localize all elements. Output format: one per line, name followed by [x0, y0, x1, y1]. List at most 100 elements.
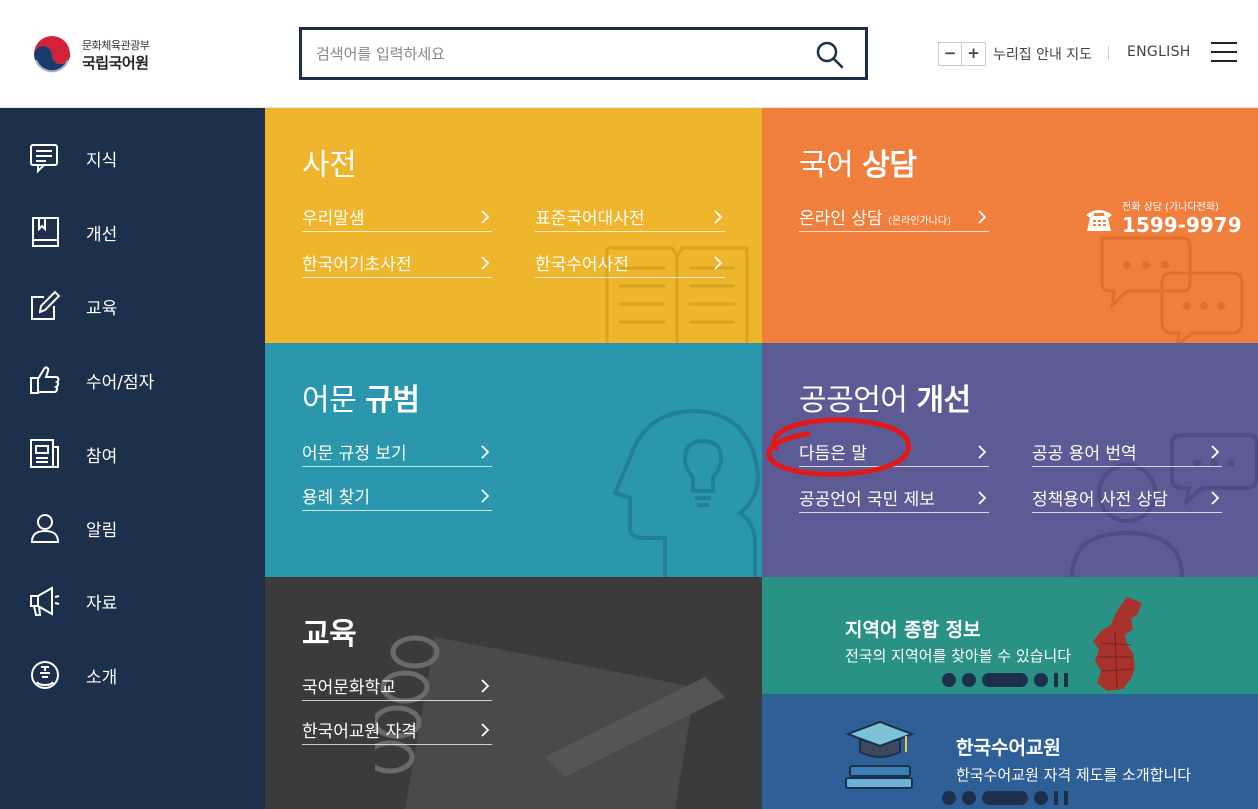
sidebar-item-label: 교육: [86, 298, 118, 319]
pause-icon[interactable]: [1054, 791, 1068, 805]
chevron-right-icon: [1211, 491, 1220, 505]
phone-number: 1599-9979: [1122, 213, 1242, 237]
sidebar-item-label: 지식: [86, 150, 118, 171]
notebook-pen-decoration-icon: [375, 635, 725, 809]
link-find-examples[interactable]: 용례 찾기: [302, 483, 492, 511]
link-public-language-report[interactable]: 공공언어 국민 제보: [799, 485, 989, 513]
regional-description: 전국의 지역어를 찾아볼 수 있습니다: [845, 647, 1072, 665]
consultation-title: 국어 상담: [799, 148, 917, 183]
sidebar-item-improvement[interactable]: 개선: [28, 212, 117, 252]
regional-title: 지역어 종합 정보: [845, 619, 981, 641]
public-language-title: 공공언어 개선: [799, 383, 971, 418]
link-view-rules[interactable]: 어문 규정 보기: [302, 439, 492, 467]
speech-bubbles-decoration-icon: [1100, 236, 1244, 343]
chevron-right-icon: [481, 445, 490, 459]
dictionary-title: 사전: [302, 148, 357, 183]
sidebar-item-knowledge[interactable]: 지식: [28, 138, 117, 178]
sidebar-item-label: 알림: [86, 520, 118, 541]
chevron-right-icon: [978, 491, 987, 505]
chat-board-icon: [30, 144, 58, 174]
zoom-controls: − +: [938, 42, 986, 66]
pager-active-bar[interactable]: [982, 791, 1028, 805]
education-title: 교육: [302, 617, 357, 652]
book-icon: [32, 217, 59, 247]
chevron-right-icon: [978, 445, 987, 459]
sidebar-item-label: 소개: [86, 667, 118, 688]
sign-teacher-description: 한국수어교원 자격 제도를 소개합니다: [956, 766, 1192, 784]
open-book-decoration-icon: [605, 246, 749, 343]
public-language-tile: 공공언어 개선 다듬은 말 공공 용어 번역 공공언어 국민 제보 정책용어 사…: [762, 343, 1258, 577]
regional-carousel-pager: [942, 673, 1068, 687]
link-standard-dictionary[interactable]: 표준국어대사전: [535, 204, 725, 232]
language-rules-title: 어문 규범: [302, 383, 420, 418]
chevron-right-icon: [1211, 445, 1220, 459]
language-rules-tile: 어문 규범 어문 규정 보기 용례 찾기: [265, 343, 762, 577]
link-basic-dictionary[interactable]: 한국어기초사전: [302, 250, 492, 278]
sidebar-item-resources[interactable]: 자료: [28, 581, 117, 621]
sign-carousel-pager: [942, 791, 1068, 805]
logo-ministry-text: 문화체육관광부: [82, 39, 150, 52]
chevron-right-icon: [481, 723, 490, 737]
chevron-right-icon: [481, 679, 490, 693]
pager-active-bar[interactable]: [982, 673, 1028, 687]
consultation-tile: 국어 상담 온라인 상담 (온라인가나다) 전화 상담 (가나다전화) 1599…: [762, 108, 1258, 343]
pager-dot[interactable]: [962, 791, 976, 805]
pencil-edit-icon: [31, 290, 61, 320]
sign-language-teacher-banner[interactable]: 한국수어교원 한국수어교원 자격 제도를 소개합니다: [762, 694, 1258, 809]
head-lightbulb-decoration-icon: [612, 408, 760, 577]
sidebar-nav: 지식 개선 교육 수어/점자 참여 알림 자료 소개: [0, 108, 265, 809]
link-korean-culture-school[interactable]: 국어문화학교: [302, 673, 492, 701]
chevron-right-icon: [481, 210, 490, 224]
thumbs-up-hand-icon: [30, 366, 60, 394]
header-divider: [1108, 46, 1109, 60]
pause-icon[interactable]: [1054, 673, 1068, 687]
sidebar-item-label: 자료: [86, 593, 118, 614]
link-korean-teacher-qualification[interactable]: 한국어교원 자격: [302, 717, 492, 745]
link-policy-term-consultation[interactable]: 정책용어 사전 상담: [1032, 485, 1222, 513]
search-box: [299, 27, 868, 80]
document-icon: [30, 439, 59, 468]
english-link[interactable]: ENGLISH: [1127, 44, 1191, 60]
sign-teacher-title: 한국수어교원: [956, 737, 1061, 759]
pager-dot[interactable]: [942, 673, 956, 687]
regional-language-banner[interactable]: 지역어 종합 정보 전국의 지역어를 찾아볼 수 있습니다: [762, 577, 1258, 694]
sidebar-item-label: 개선: [86, 224, 118, 245]
pager-dot[interactable]: [1034, 673, 1048, 687]
pager-dot[interactable]: [942, 791, 956, 805]
link-online-consultation[interactable]: 온라인 상담 (온라인가나다): [799, 204, 989, 232]
chevron-right-icon: [714, 210, 723, 224]
chevron-right-icon: [481, 256, 490, 270]
phone-consultation[interactable]: 전화 상담 (가나다전화) 1599-9979: [1084, 202, 1242, 236]
zoom-in-button[interactable]: +: [962, 42, 986, 66]
sidebar-item-about[interactable]: 소개: [28, 655, 117, 695]
sidebar-item-sign-braille[interactable]: 수어/점자: [28, 360, 154, 400]
link-refined-words[interactable]: 다듬은 말: [799, 439, 989, 467]
hamburger-menu-icon[interactable]: [1211, 42, 1237, 64]
chevron-right-icon: [978, 210, 987, 224]
graduation-cap-books-icon: [845, 720, 915, 789]
sidebar-item-education[interactable]: 교육: [28, 286, 117, 326]
korea-map-icon: [1093, 597, 1142, 691]
dictionary-tile: 사전 우리말샘 표준국어대사전 한국어기초사전 한국수어사전: [265, 108, 762, 343]
site-header: 문화체육관광부 국립국어원 − + 누리집 안내 지도 ENGLISH: [0, 0, 1258, 108]
pager-dot[interactable]: [1034, 791, 1048, 805]
search-icon[interactable]: [815, 40, 845, 70]
link-sign-dictionary[interactable]: 한국수어사전: [535, 250, 725, 278]
sidebar-item-participation[interactable]: 참여: [28, 434, 117, 474]
sidebar-item-label: 참여: [86, 446, 118, 467]
chevron-right-icon: [481, 489, 490, 503]
sidebar-item-notice[interactable]: 알림: [28, 508, 117, 548]
link-urimalsaem[interactable]: 우리말샘: [302, 204, 492, 232]
chevron-right-icon: [714, 256, 723, 270]
face-badge-icon: [31, 661, 59, 689]
zoom-out-button[interactable]: −: [938, 42, 962, 66]
link-public-term-translation[interactable]: 공공 용어 번역: [1032, 439, 1222, 467]
taegeuk-logo-icon: [31, 35, 73, 77]
sitemap-link[interactable]: 누리집 안내 지도: [993, 44, 1092, 64]
megaphone-icon: [30, 586, 60, 616]
site-logo[interactable]: 문화체육관광부 국립국어원: [30, 34, 150, 78]
search-input[interactable]: [316, 42, 796, 66]
pager-dot[interactable]: [962, 673, 976, 687]
sidebar-item-label: 수어/점자: [86, 372, 155, 393]
user-icon: [30, 514, 60, 543]
